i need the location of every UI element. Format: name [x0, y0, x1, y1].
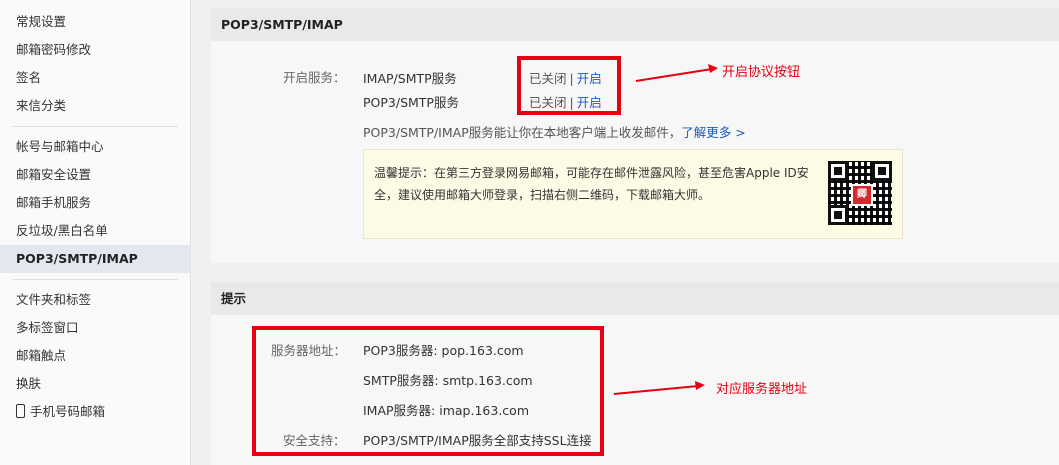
security-tip-box: 温馨提示：在第三方登录网易邮箱，可能存在邮件泄露风险，甚至危害Apple ID安… — [363, 149, 903, 239]
section-title: 提示 — [211, 282, 1059, 315]
annotation-arrow-icon — [635, 64, 718, 82]
sidebar-item-password[interactable]: 邮箱密码修改 — [0, 36, 190, 64]
sidebar-item-signature[interactable]: 签名 — [0, 64, 190, 92]
annotation-box-enable — [517, 56, 621, 115]
mobile-phone-icon — [16, 404, 25, 418]
sidebar-divider — [12, 279, 178, 280]
sidebar-divider — [12, 126, 178, 127]
pop3-smtp-imap-panel: POP3/SMTP/IMAP 开启服务： IMAP/SMTP服务 已关闭 | 开启 … — [211, 8, 1059, 263]
enable-service-label: 开启服务： — [283, 70, 346, 85]
mail-master-logo-icon: 卿 — [851, 184, 873, 206]
sidebar-group-account: 帐号与邮箱中心 邮箱安全设置 邮箱手机服务 反垃圾/黑白名单 POP3/SMTP… — [0, 133, 190, 273]
qr-corner — [872, 161, 892, 181]
sidebar-item-phone-mail[interactable]: 手机号码邮箱 — [0, 398, 190, 426]
annotation-box-servers — [252, 326, 604, 456]
sidebar-item-security[interactable]: 邮箱安全设置 — [0, 161, 190, 189]
sidebar-item-skin[interactable]: 换肤 — [0, 370, 190, 398]
section-title: POP3/SMTP/IMAP — [211, 8, 1059, 41]
security-tip-text: 温馨提示：在第三方登录网易邮箱，可能存在邮件泄露风险，甚至危害Apple ID安… — [374, 166, 809, 202]
annotation-enable-protocol: 开启协议按钮 — [722, 65, 801, 80]
service-name: IMAP/SMTP服务 — [363, 71, 457, 86]
sidebar-item-multi-tab[interactable]: 多标签窗口 — [0, 314, 190, 342]
sidebar-item-account-center[interactable]: 帐号与邮箱中心 — [0, 133, 190, 161]
qr-corner — [828, 205, 848, 225]
sidebar-group-misc: 文件夹和标签 多标签窗口 邮箱触点 换肤 手机号码邮箱 — [0, 286, 190, 426]
sidebar-item-general[interactable]: 常规设置 — [0, 8, 190, 36]
service-name: POP3/SMTP服务 — [363, 95, 459, 110]
sidebar-item-mobile-service[interactable]: 邮箱手机服务 — [0, 189, 190, 217]
sidebar-item-folders[interactable]: 文件夹和标签 — [0, 286, 190, 314]
learn-more-link[interactable]: 了解更多 > — [681, 125, 745, 140]
sidebar-item-mail-filter[interactable]: 来信分类 — [0, 92, 190, 120]
description-text: POP3/SMTP/IMAP服务能让你在本地客户端上收发邮件， — [363, 125, 682, 140]
settings-sidebar: 常规设置 邮箱密码修改 签名 来信分类 帐号与邮箱中心 邮箱安全设置 邮箱手机服… — [0, 0, 191, 465]
annotation-arrow-icon — [613, 381, 705, 395]
service-description: POP3/SMTP/IMAP服务能让你在本地客户端上收发邮件，了解更多 > — [363, 122, 746, 141]
sidebar-group-basic: 常规设置 邮箱密码修改 签名 来信分类 — [0, 8, 190, 120]
annotation-server-address: 对应服务器地址 — [716, 382, 808, 397]
qr-code-icon: 卿 — [828, 161, 892, 225]
qr-corner — [828, 161, 848, 181]
sidebar-item-touchpoint[interactable]: 邮箱触点 — [0, 342, 190, 370]
sidebar-item-spam[interactable]: 反垃圾/黑白名单 — [0, 217, 190, 245]
sidebar-item-label: 手机号码邮箱 — [30, 404, 106, 419]
sidebar-item-pop3-smtp-imap[interactable]: POP3/SMTP/IMAP — [0, 245, 190, 273]
